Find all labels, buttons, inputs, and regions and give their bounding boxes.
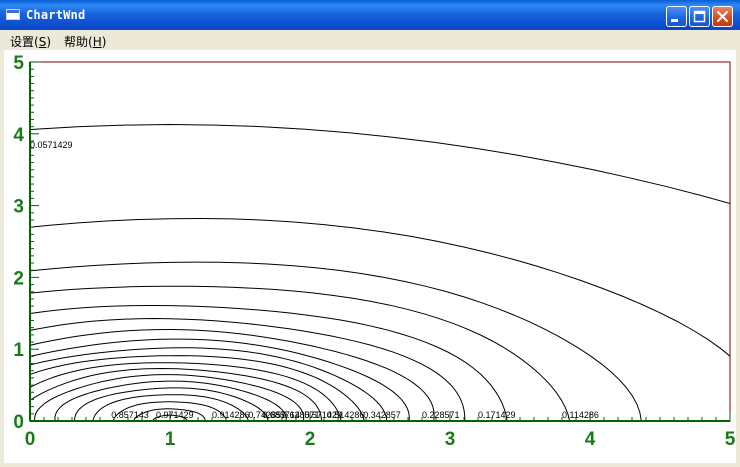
contour-level-label: 0.857143: [111, 410, 149, 420]
contour-chart: 0 1 2 3 4 5 0 1 2 3 4 5 0.0571429 0.114286 0.171429 0.2…: [13, 53, 736, 450]
contour-line: [30, 338, 410, 421]
y-tick-label: 3: [13, 197, 24, 218]
contour-line: [30, 285, 571, 421]
y-tick-label: 5: [13, 53, 24, 74]
y-tick-label: 2: [13, 268, 24, 289]
contour-level-label: 0.914286: [212, 410, 250, 420]
x-tick-label: 1: [165, 429, 176, 450]
contour-level-label: 0.171429: [478, 410, 516, 420]
x-tick-label: 2: [305, 429, 316, 450]
y-tick-label: 1: [13, 340, 24, 361]
plot-frame: [29, 61, 731, 422]
y-tick-label: 4: [13, 125, 24, 146]
contour-level-label: 0.742857: [248, 410, 286, 420]
x-tick-label: 5: [725, 429, 736, 450]
x-tick-label: 3: [445, 429, 456, 450]
contour-line: [30, 328, 435, 421]
contour-level-label: 0.114286: [562, 410, 599, 420]
contour-line: [30, 123, 730, 205]
contour-level-label: 0.228571: [422, 410, 460, 420]
y-tick-label: 0: [13, 412, 24, 433]
x-tick-label: 4: [585, 429, 596, 450]
contour-line: [30, 261, 642, 421]
contour-level-label: 0.0571429: [30, 140, 73, 150]
contour-level-label: 0.342857: [363, 410, 401, 420]
x-tick-label: 0: [25, 429, 36, 450]
contour-level-label: 0.971429: [156, 410, 194, 420]
